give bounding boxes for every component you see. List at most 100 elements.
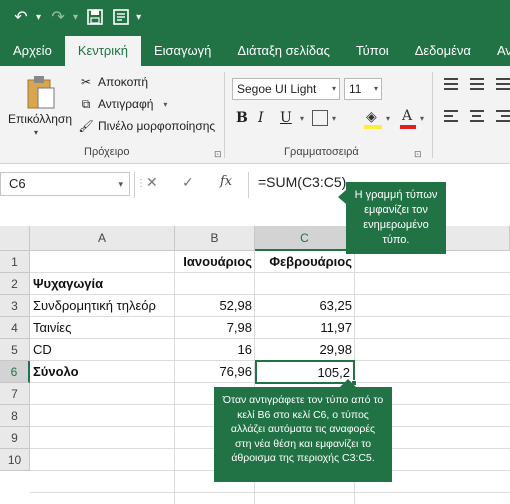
divider <box>248 172 249 198</box>
cell-c4[interactable]: 11,97 <box>255 317 355 339</box>
cell-a4[interactable]: Ταινίες <box>30 317 175 339</box>
ribbon-tabs: Αρχείο Κεντρική Εισαγωγή Διάταξη σελίδας… <box>0 34 510 66</box>
insert-function-icon[interactable]: fx <box>220 174 232 189</box>
column-header[interactable]: A <box>30 226 175 251</box>
cut-button[interactable]: ✂ Αποκοπή <box>78 74 148 90</box>
font-dropdown-icon: ▾ <box>331 84 336 93</box>
redo-icon[interactable]: ↷ <box>47 6 69 28</box>
copy-button[interactable]: ⧉ Αντιγραφή ▾ <box>78 96 168 112</box>
cell-a2[interactable]: Ψυχαγωγία <box>30 273 175 295</box>
font-group-label: Γραμματοσειρά <box>284 146 359 158</box>
borders-icon[interactable] <box>312 110 328 126</box>
tab-insert[interactable]: Εισαγωγή <box>141 36 224 66</box>
row-header[interactable]: 3 <box>0 295 30 317</box>
italic-button[interactable]: I <box>258 110 264 126</box>
copy-formula-callout: Όταν αντιγράφετε τον τύπο από το κελί B6… <box>214 387 392 482</box>
column-header[interactable]: C <box>255 226 355 251</box>
align-top-icon[interactable] <box>444 78 458 93</box>
underline-dropdown-icon[interactable]: ▾ <box>300 114 304 123</box>
cell-b6[interactable]: 76,96 <box>175 361 255 383</box>
format-painter-label: Πινέλο μορφοποίησης <box>98 119 216 133</box>
tab-page-layout[interactable]: Διάταξη σελίδας <box>224 36 342 66</box>
copy-dropdown-icon[interactable]: ▾ <box>163 100 167 109</box>
cell-b5[interactable]: 16 <box>175 339 255 361</box>
align-right-icon[interactable] <box>496 110 510 125</box>
font-name-select[interactable]: Segoe UI Light ▾ <box>232 78 340 100</box>
formula-bar-callout: Η γραμμή τύπων εμφανίζει τον ενημερωμένο… <box>346 182 446 254</box>
cell-c5[interactable]: 29,98 <box>255 339 355 361</box>
font-color-swatch <box>400 125 416 129</box>
cell-c3[interactable]: 63,25 <box>255 295 355 317</box>
clipboard-group-label: Πρόχειρο <box>84 146 130 158</box>
name-box-dropdown-icon: ▾ <box>118 179 123 189</box>
align-center-icon[interactable] <box>470 110 484 125</box>
font-size-select[interactable]: 11 ▾ <box>344 78 382 100</box>
row-header[interactable]: 1 <box>0 251 30 273</box>
cell-b4[interactable]: 7,98 <box>175 317 255 339</box>
paste-icon[interactable] <box>26 74 56 112</box>
cell-b3[interactable]: 52,98 <box>175 295 255 317</box>
fill-dropdown-icon[interactable]: ▾ <box>386 114 390 123</box>
quick-access-toolbar: ↶ ▾ ↷ ▾ ▾ <box>0 0 510 34</box>
select-all-corner[interactable] <box>0 226 30 251</box>
formula-input[interactable]: =SUM(C3:C5) <box>258 174 346 190</box>
formula-bar-grip-icon[interactable]: ⋮ <box>136 178 146 189</box>
ribbon: Επικόλληση ▾ ✂ Αποκοπή ⧉ Αντιγραφή ▾ 🖌 Π… <box>0 66 510 164</box>
redo-dropdown-icon[interactable]: ▾ <box>73 12 78 23</box>
callout-pointer <box>338 190 346 204</box>
fill-color-icon[interactable]: ◈ <box>366 108 377 125</box>
row-header[interactable]: 6 <box>0 361 30 383</box>
scissors-icon: ✂ <box>80 75 92 89</box>
font-name-value: Segoe UI Light <box>237 82 317 96</box>
tab-file[interactable]: Αρχείο <box>0 36 65 66</box>
tab-home[interactable]: Κεντρική <box>64 36 141 66</box>
save-icon[interactable] <box>84 6 106 28</box>
font-size-value: 11 <box>349 82 362 96</box>
group-divider <box>224 72 225 158</box>
underline-button[interactable]: U <box>280 110 292 126</box>
enter-icon[interactable]: ✓ <box>182 174 194 191</box>
paste-button[interactable]: Επικόλληση <box>8 112 72 126</box>
tab-review[interactable]: Αναθ <box>484 36 510 66</box>
cancel-icon[interactable]: ✕ <box>146 174 158 191</box>
tab-data[interactable]: Δεδομένα <box>402 36 484 66</box>
column-header[interactable]: B <box>175 226 255 251</box>
font-color-dropdown-icon[interactable]: ▾ <box>420 114 424 123</box>
cell-a3[interactable]: Συνδρομητική τηλεόρ <box>30 295 175 317</box>
row-header[interactable]: 9 <box>0 427 30 449</box>
cell-c1[interactable]: Φεβρουάριος <box>255 251 355 273</box>
row-header[interactable]: 7 <box>0 383 30 405</box>
clipboard-dialog-launcher-icon[interactable]: ⊡ <box>214 149 222 160</box>
form-icon[interactable] <box>110 6 132 28</box>
font-dialog-launcher-icon[interactable]: ⊡ <box>414 149 422 160</box>
row-header[interactable]: 4 <box>0 317 30 339</box>
cell-a6[interactable]: Σύνολο <box>30 361 175 383</box>
copy-label: Αντιγραφή <box>98 97 154 111</box>
name-box[interactable]: C6 ▾ <box>0 172 130 196</box>
align-bottom-icon[interactable] <box>496 78 510 93</box>
divider <box>134 172 135 198</box>
cut-label: Αποκοπή <box>98 75 149 89</box>
row-header[interactable]: 8 <box>0 405 30 427</box>
undo-icon[interactable]: ↶ <box>10 6 32 28</box>
copy-icon: ⧉ <box>81 96 91 111</box>
fill-color-swatch <box>364 125 382 129</box>
undo-dropdown-icon[interactable]: ▾ <box>36 12 41 23</box>
row-header[interactable]: 5 <box>0 339 30 361</box>
size-dropdown-icon: ▾ <box>373 84 378 93</box>
cell-a5[interactable]: CD <box>30 339 175 361</box>
customize-qat-icon[interactable]: ▾ <box>136 12 141 23</box>
cell-b1[interactable]: Ιανουάριος <box>175 251 255 273</box>
format-painter-button[interactable]: 🖌 Πινέλο μορφοποίησης <box>78 118 215 134</box>
callout-pointer <box>340 379 356 387</box>
align-left-icon[interactable] <box>444 110 458 125</box>
row-header[interactable]: 2 <box>0 273 30 295</box>
align-middle-icon[interactable] <box>470 78 484 93</box>
tab-formulas[interactable]: Τύποι <box>343 36 402 66</box>
name-box-value: C6 <box>9 176 26 191</box>
row-header[interactable]: 10 <box>0 449 30 471</box>
font-color-icon[interactable]: A <box>402 108 412 124</box>
borders-dropdown-icon[interactable]: ▾ <box>332 114 336 123</box>
paste-dropdown-icon[interactable]: ▾ <box>34 128 38 137</box>
bold-button[interactable]: B <box>236 110 248 126</box>
